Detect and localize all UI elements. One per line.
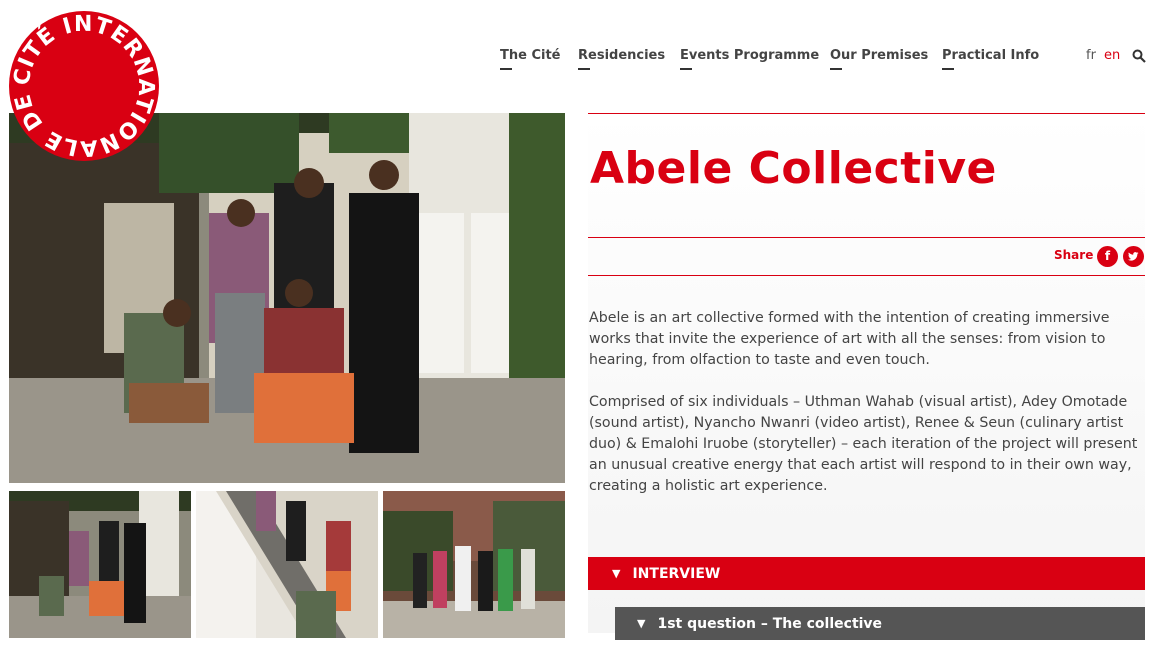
description-paragraph-2: Comprised of six individuals – Uthman Wa…	[589, 394, 1138, 494]
divider-share-top	[588, 237, 1145, 238]
facebook-icon[interactable]: f	[1097, 246, 1118, 267]
nav-residencies[interactable]: Residencies	[578, 48, 665, 70]
nav-our-premises[interactable]: Our Premises	[830, 48, 928, 70]
gallery-thumbnail-3[interactable]	[383, 491, 565, 638]
nav-events-programme[interactable]: Events Programme	[680, 48, 819, 70]
question-accordion-header[interactable]: ▼ 1st question – The collective	[615, 607, 1145, 640]
gallery-thumbnail-1[interactable]	[9, 491, 191, 638]
page-title: Abele Collective	[590, 143, 997, 194]
lang-en-link[interactable]: en	[1104, 48, 1120, 63]
description-paragraph-1: Abele is an art collective formed with t…	[589, 310, 1110, 368]
search-icon[interactable]	[1132, 49, 1146, 63]
hero-photo[interactable]	[9, 113, 565, 483]
interview-label: INTERVIEW	[632, 565, 721, 582]
divider-share-bottom	[588, 275, 1145, 276]
divider-top	[588, 113, 1145, 114]
gallery-thumbnail-2[interactable]	[196, 491, 378, 638]
nav-the-cite[interactable]: The Cité	[500, 48, 561, 70]
site-logo[interactable]: CITÉ INTERNATIONALE DES ARTS	[8, 10, 160, 162]
interview-accordion-header[interactable]: ▼ INTERVIEW	[588, 557, 1145, 590]
lang-fr-link[interactable]: fr	[1086, 48, 1096, 63]
triangle-down-icon: ▼	[612, 567, 621, 580]
question-label: 1st question – The collective	[657, 615, 883, 632]
share-label: Share	[1054, 248, 1094, 262]
nav-practical-info[interactable]: Practical Info	[942, 48, 1039, 70]
triangle-down-icon: ▼	[637, 617, 646, 630]
twitter-icon[interactable]	[1123, 246, 1144, 267]
